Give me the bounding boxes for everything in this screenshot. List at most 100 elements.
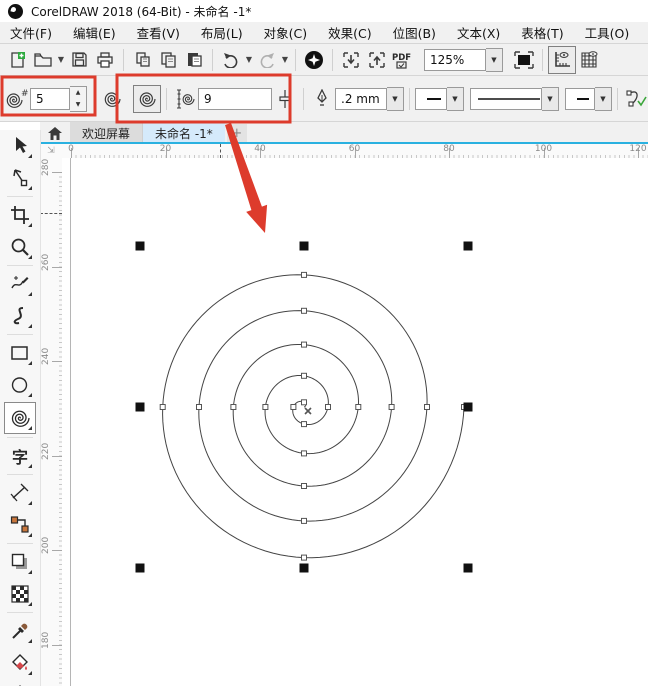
rectangle-tool[interactable] bbox=[5, 338, 35, 368]
toolbox-separator bbox=[7, 196, 33, 197]
window-title: CorelDRAW 2018 (64-Bit) - 未命名 -1* bbox=[31, 3, 251, 20]
arrow-end-dropdown[interactable]: ▼ bbox=[595, 87, 612, 111]
vruler-tick bbox=[52, 550, 62, 551]
zoom-level-dropdown[interactable]: ▼ bbox=[486, 48, 503, 72]
arrow-start-dropdown[interactable]: ▼ bbox=[447, 87, 464, 111]
logarithmic-spiral-button[interactable] bbox=[133, 85, 161, 113]
menu-item-4[interactable]: 对象(C) bbox=[264, 23, 307, 42]
toolbox-separator bbox=[7, 474, 33, 475]
dropshadow-tool[interactable] bbox=[5, 547, 35, 577]
hruler-label: 40 bbox=[254, 144, 265, 154]
copy-button[interactable] bbox=[155, 47, 181, 73]
tab-untitled-1[interactable]: 未命名 -1* bbox=[143, 122, 225, 144]
toolbox-separator bbox=[7, 543, 33, 544]
menu-item-9[interactable]: 工具(O) bbox=[585, 23, 630, 42]
property-bar: # 5 ▲▼ 9 .2 mm ▼ ▼ ▼ ▼ bbox=[0, 76, 648, 122]
drawing-canvas[interactable] bbox=[62, 158, 648, 686]
interactive-fill-tool[interactable] bbox=[5, 648, 35, 678]
open-folder-button[interactable] bbox=[30, 47, 56, 73]
vruler-label: 240 bbox=[41, 355, 51, 365]
toolbox-separator bbox=[7, 612, 33, 613]
pick-tool[interactable] bbox=[5, 131, 35, 161]
dimension-tool[interactable] bbox=[5, 478, 35, 508]
vruler-tick bbox=[52, 267, 62, 268]
toolbox-separator bbox=[7, 265, 33, 266]
outline-pen-icon bbox=[309, 86, 335, 112]
tab-welcome-screen[interactable]: 欢迎屏幕 bbox=[70, 122, 143, 144]
export-button[interactable] bbox=[364, 47, 390, 73]
spiral-revolutions-spinner[interactable]: ▲▼ bbox=[70, 86, 87, 112]
fullscreen-preview-button[interactable] bbox=[511, 47, 537, 73]
new-tab-button[interactable]: + bbox=[227, 124, 247, 142]
redo-flyout-caret[interactable]: ▼ bbox=[280, 47, 290, 73]
vertical-ruler[interactable]: 280260240220200180 bbox=[40, 158, 63, 686]
spiral-expansion-slider[interactable] bbox=[272, 86, 298, 112]
toolbox-separator bbox=[7, 437, 33, 438]
smart-fill-tool[interactable] bbox=[5, 680, 35, 686]
flyout-indicator-icon bbox=[28, 324, 32, 328]
spiral-expansion-input[interactable]: 9 bbox=[198, 88, 272, 110]
transparency-tool[interactable] bbox=[5, 579, 35, 609]
flyout-indicator-icon bbox=[28, 570, 32, 574]
line-style-selector[interactable] bbox=[470, 88, 542, 110]
freehand-tool[interactable] bbox=[5, 269, 35, 299]
show-grid-button[interactable] bbox=[576, 47, 602, 73]
menu-bar: 文件(F) 编辑(E) 查看(V) 布局(L) 对象(C) 效果(C) 位图(B) 文本(X)… bbox=[0, 22, 648, 44]
zoom-tool[interactable] bbox=[5, 232, 35, 262]
open-folder-flyout-caret[interactable]: ▼ bbox=[56, 47, 66, 73]
vruler-label: 260 bbox=[41, 261, 51, 271]
crop-tool[interactable] bbox=[5, 200, 35, 230]
show-rulers-button[interactable] bbox=[548, 46, 576, 74]
arrow-end-selector[interactable] bbox=[565, 88, 595, 110]
ruler-origin-icon[interactable]: ⇲ bbox=[40, 144, 63, 159]
pdf-button[interactable]: PDF bbox=[390, 47, 416, 73]
menu-item-6[interactable]: 位图(B) bbox=[393, 23, 436, 42]
hruler-label: 120 bbox=[629, 144, 646, 154]
undo-flyout-caret[interactable]: ▼ bbox=[244, 47, 254, 73]
curve-tool[interactable] bbox=[5, 301, 35, 331]
arrow-start-selector[interactable] bbox=[415, 88, 447, 110]
print-button[interactable] bbox=[92, 47, 118, 73]
close-curve-button[interactable] bbox=[623, 86, 648, 112]
toolbox-separator bbox=[7, 334, 33, 335]
menu-item-5[interactable]: 效果(C) bbox=[328, 23, 371, 42]
line-style-dropdown[interactable]: ▼ bbox=[542, 87, 559, 111]
vruler-label: 200 bbox=[41, 544, 51, 554]
spiral-tool[interactable] bbox=[4, 402, 36, 434]
ellipse-tool[interactable] bbox=[5, 370, 35, 400]
spiral-expansion-icon bbox=[172, 86, 198, 112]
text-tool[interactable]: 字 bbox=[5, 441, 35, 471]
flyout-indicator-icon bbox=[28, 223, 32, 227]
import-button[interactable] bbox=[338, 47, 364, 73]
new-document-button[interactable] bbox=[4, 47, 30, 73]
vruler-tick bbox=[52, 172, 62, 173]
paste-button[interactable] bbox=[181, 47, 207, 73]
outline-width-input[interactable]: .2 mm bbox=[335, 88, 387, 110]
connector-tool[interactable] bbox=[5, 510, 35, 540]
redo-button[interactable] bbox=[254, 47, 280, 73]
flyout-indicator-icon bbox=[28, 186, 32, 190]
document-tab-bar: 欢迎屏幕 未命名 -1* + bbox=[40, 122, 648, 144]
menu-item-1[interactable]: 编辑(E) bbox=[73, 23, 116, 42]
menu-item-7[interactable]: 文本(X) bbox=[457, 23, 500, 42]
menu-item-2[interactable]: 查看(V) bbox=[137, 23, 180, 42]
menu-item-8[interactable]: 表格(T) bbox=[521, 23, 563, 42]
undo-button[interactable] bbox=[218, 47, 244, 73]
flyout-indicator-icon bbox=[28, 671, 32, 675]
launch-button[interactable] bbox=[301, 47, 327, 73]
home-tab[interactable] bbox=[40, 122, 70, 144]
eyedropper-tool[interactable] bbox=[5, 616, 35, 646]
menu-item-3[interactable]: 布局(L) bbox=[201, 23, 243, 42]
outline-width-dropdown[interactable]: ▼ bbox=[387, 87, 404, 111]
vruler-tick bbox=[52, 456, 62, 457]
shape-tool[interactable] bbox=[5, 163, 35, 193]
symmetrical-spiral-button[interactable] bbox=[99, 86, 125, 112]
horizontal-ruler[interactable]: 020406080100120 bbox=[62, 144, 648, 159]
spiral-revolutions-input[interactable]: 5 bbox=[30, 88, 70, 110]
menu-item-0[interactable]: 文件(F) bbox=[10, 23, 52, 42]
spiral-revolutions-icon: # bbox=[4, 86, 30, 112]
cut-button[interactable] bbox=[129, 47, 155, 73]
save-button[interactable] bbox=[66, 47, 92, 73]
vruler-label: 280 bbox=[41, 166, 51, 176]
zoom-level-combo[interactable]: 125% bbox=[424, 49, 486, 71]
